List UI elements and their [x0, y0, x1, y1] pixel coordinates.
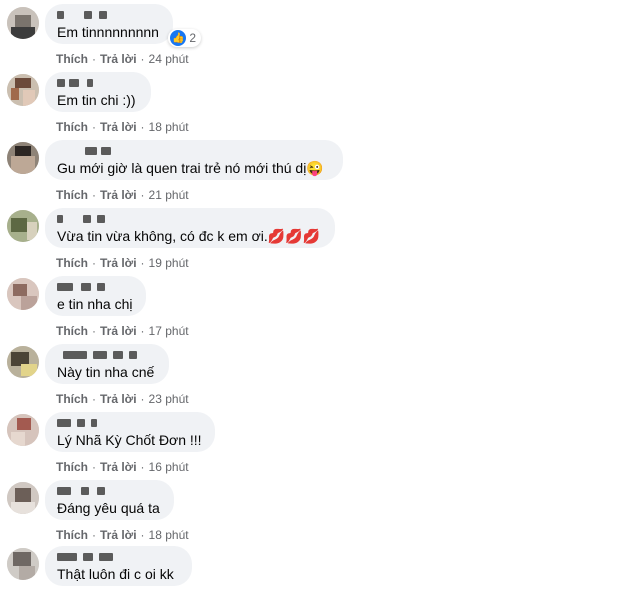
avatar[interactable] — [7, 142, 39, 174]
timestamp[interactable]: 18 phút — [149, 528, 189, 542]
comment-bubble: Này tin nha cnế — [45, 344, 169, 384]
comment-actions: Thích · Trả lời · 18 phút — [56, 528, 189, 542]
comment-item: Vừa tin vừa không, có đc k em ơi.💋💋💋 Thí… — [0, 208, 620, 276]
reply-button[interactable]: Trả lời — [100, 460, 137, 474]
separator: · — [140, 256, 145, 270]
like-button[interactable]: Thích — [56, 256, 88, 270]
avatar[interactable] — [7, 210, 39, 242]
separator: · — [92, 188, 96, 202]
reply-button[interactable]: Trả lời — [100, 52, 137, 66]
separator: · — [140, 52, 145, 66]
comment-actions: Thích · Trả lời · 18 phút — [56, 120, 189, 134]
comment-actions: Thích · Trả lời · 19 phút — [56, 256, 189, 270]
comment-text: Em tin chi :)) — [57, 92, 136, 108]
timestamp[interactable]: 16 phút — [149, 460, 189, 474]
comment-actions: Thích · Trả lời · 16 phút — [56, 460, 189, 474]
like-button[interactable]: Thích — [56, 392, 88, 406]
comment-item: e tin nha chị Thích · Trả lời · 17 phút — [0, 276, 620, 344]
comment-text: Vừa tin vừa không, có đc k em ơi.💋💋💋 — [57, 228, 321, 244]
separator: · — [140, 188, 145, 202]
reaction-count: 2 — [189, 31, 196, 45]
avatar[interactable] — [7, 7, 39, 39]
separator: · — [92, 392, 96, 406]
separator: · — [92, 52, 96, 66]
separator: · — [92, 460, 96, 474]
reply-button[interactable]: Trả lời — [100, 256, 137, 270]
comment-item: Này tin nha cnế Thích · Trả lời · 23 phút — [0, 344, 620, 412]
like-button[interactable]: Thích — [56, 188, 88, 202]
comment-text: Lý Nhã Kỳ Chốt Đơn !!! — [57, 432, 202, 448]
like-button[interactable]: Thích — [56, 528, 88, 542]
comment-actions: Thích · Trả lời · 23 phút — [56, 392, 189, 406]
comment-actions: Thích · Trả lời · 17 phút — [56, 324, 189, 338]
reply-button[interactable]: Trả lời — [100, 188, 137, 202]
comment-bubble: Lý Nhã Kỳ Chốt Đơn !!! — [45, 412, 215, 452]
comment-actions: Thích · Trả lời · 24 phút — [56, 52, 189, 66]
timestamp[interactable]: 19 phút — [149, 256, 189, 270]
separator: · — [140, 120, 145, 134]
comment-actions: Thích · Trả lời · 21 phút — [56, 188, 189, 202]
like-button[interactable]: Thích — [56, 460, 88, 474]
comment-item: Gu mới giờ là quen trai trẻ nó mới thú d… — [0, 140, 620, 208]
comment-item: Đáng yêu quá ta Thích · Trả lời · 18 phút — [0, 480, 620, 548]
comment-text: e tin nha chị — [57, 296, 133, 312]
reaction-count-badge[interactable]: 👍 2 — [168, 29, 201, 47]
comment-bubble: Vừa tin vừa không, có đc k em ơi.💋💋💋 — [45, 208, 335, 248]
comment-bubble: Gu mới giờ là quen trai trẻ nó mới thú d… — [45, 140, 343, 180]
separator: · — [140, 324, 145, 338]
separator: · — [92, 120, 96, 134]
avatar[interactable] — [7, 414, 39, 446]
timestamp[interactable]: 21 phút — [149, 188, 189, 202]
like-button[interactable]: Thích — [56, 120, 88, 134]
comment-text: Đáng yêu quá ta — [57, 500, 160, 516]
separator: · — [140, 392, 145, 406]
comment-bubble: e tin nha chị — [45, 276, 146, 316]
avatar[interactable] — [7, 482, 39, 514]
reply-button[interactable]: Trả lời — [100, 324, 137, 338]
comment-bubble: Thật luôn đi c oi kk — [45, 546, 192, 586]
timestamp[interactable]: 18 phút — [149, 120, 189, 134]
separator: · — [92, 324, 96, 338]
timestamp[interactable]: 23 phút — [149, 392, 189, 406]
comment-item: Lý Nhã Kỳ Chốt Đơn !!! Thích · Trả lời · 16 … — [0, 412, 620, 480]
separator: · — [92, 256, 96, 270]
reply-button[interactable]: Trả lời — [100, 392, 137, 406]
comment-item: Em tinnnnnnnnn 👍 2 Thích · Trả lời · 24 phút — [0, 4, 620, 72]
comment-text: Em tinnnnnnnnn — [57, 24, 159, 40]
comment-bubble: Em tinnnnnnnnn 👍 2 — [45, 4, 201, 47]
comment-bubble: Đáng yêu quá ta — [45, 480, 174, 520]
timestamp[interactable]: 17 phút — [149, 324, 189, 338]
reply-button[interactable]: Trả lời — [100, 120, 137, 134]
avatar[interactable] — [7, 278, 39, 310]
reply-button[interactable]: Trả lời — [100, 528, 137, 542]
comment-bubble: Em tin chi :)) — [45, 72, 151, 112]
avatar[interactable] — [7, 74, 39, 106]
comment-item: Thật luôn đi c oi kk — [0, 546, 620, 616]
comment-text: Này tin nha cnế — [57, 364, 155, 380]
timestamp[interactable]: 24 phút — [149, 52, 189, 66]
comment-text: Thật luôn đi c oi kk — [57, 566, 174, 582]
avatar[interactable] — [7, 548, 39, 580]
comment-text: Gu mới giờ là quen trai trẻ nó mới thú d… — [57, 160, 324, 176]
separator: · — [140, 460, 145, 474]
like-icon: 👍 — [170, 30, 187, 46]
like-button[interactable]: Thích — [56, 324, 88, 338]
separator: · — [92, 528, 96, 542]
comment-item: Em tin chi :)) Thích · Trả lời · 18 phút — [0, 72, 620, 140]
avatar[interactable] — [7, 346, 39, 378]
like-button[interactable]: Thích — [56, 52, 88, 66]
separator: · — [140, 528, 145, 542]
